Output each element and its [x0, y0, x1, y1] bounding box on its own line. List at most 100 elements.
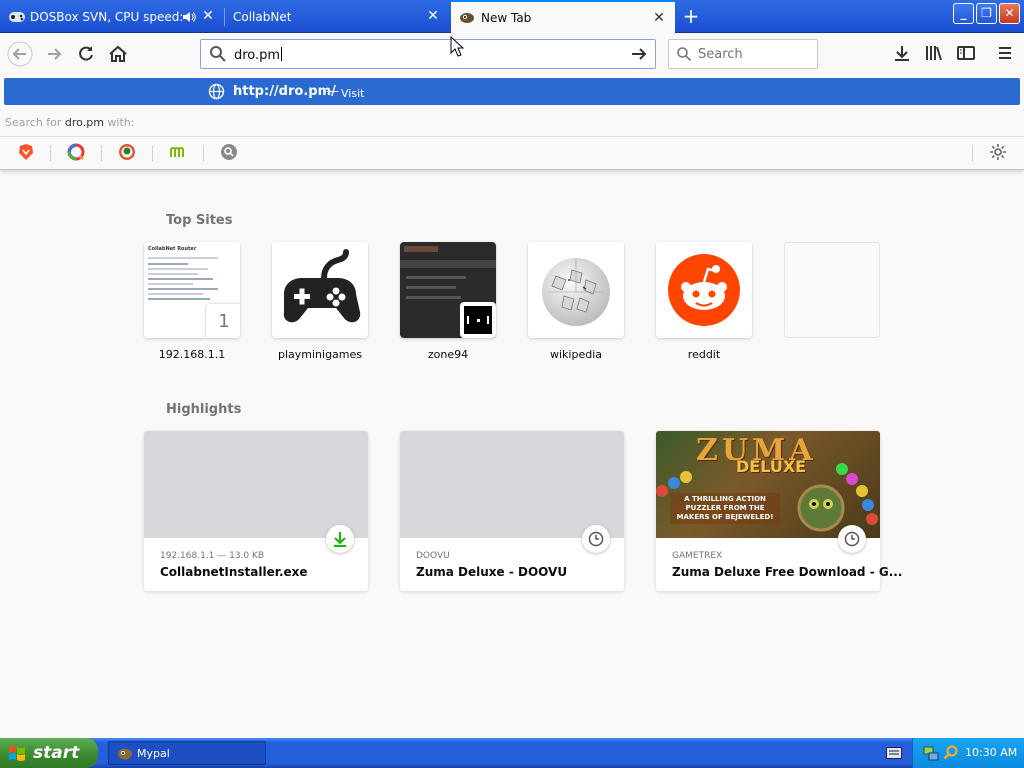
- visit-url-text: http://dro.pm/: [233, 84, 336, 99]
- gamepad-icon: [283, 249, 361, 323]
- taskbar-item-mypal[interactable]: Mypal: [108, 741, 266, 765]
- search-placeholder: Search: [698, 47, 743, 62]
- globe-icon: [208, 83, 225, 100]
- keyboard-icon[interactable]: [886, 747, 902, 759]
- highlight-context: DOOVU: [416, 551, 450, 561]
- mojeek-icon[interactable]: [168, 142, 188, 162]
- system-tray: 10:30 AM: [912, 738, 1024, 768]
- url-bar[interactable]: dro.pm: [200, 39, 656, 69]
- highlight-title: Zuma Deluxe Free Download - G...: [672, 565, 903, 579]
- network-icon[interactable]: [923, 745, 939, 761]
- mouse-cursor-icon: [450, 36, 464, 57]
- search-for-term: dro.pm: [64, 116, 104, 129]
- highlight-card[interactable]: 192.168.1.1 — 13.0 KB CollabnetInstaller…: [144, 431, 368, 591]
- back-button[interactable]: [6, 40, 34, 68]
- clock: 10:30 AM: [965, 746, 1018, 759]
- duckduckgo-icon[interactable]: [117, 142, 137, 162]
- highlight-card[interactable]: DOOVU Zuma Deluxe - DOOVU: [400, 431, 624, 591]
- zuma-balls-icon: [656, 463, 878, 525]
- site-thumbnail: [400, 242, 496, 338]
- top-site-tile[interactable]: CollabNet Router 1 192.168.1.1: [144, 242, 240, 361]
- highlight-badge: [582, 525, 610, 553]
- close-tab-icon[interactable]: ✕: [425, 8, 441, 24]
- reload-icon: [79, 46, 93, 61]
- site-label: zone94: [427, 348, 469, 361]
- startpage-icon[interactable]: [219, 142, 239, 162]
- library-icon[interactable]: [924, 43, 944, 63]
- close-window-button[interactable]: ✕: [999, 3, 1020, 24]
- brave-icon[interactable]: [16, 142, 36, 162]
- clock-icon: [844, 531, 860, 547]
- minimize-button[interactable]: _: [953, 3, 974, 24]
- top-site-tile[interactable]: playminigames: [272, 242, 368, 361]
- search-for-suffix: with:: [107, 116, 135, 129]
- site-badge: 1: [206, 304, 240, 338]
- download-icon: [334, 532, 346, 547]
- speaker-icon: [183, 12, 196, 22]
- mypal-logo-icon: [118, 748, 132, 760]
- windows-flag-icon: [9, 746, 25, 761]
- reload-button[interactable]: [72, 40, 100, 68]
- top-site-tile[interactable]: reddit: [656, 242, 752, 361]
- highlight-badge: [838, 525, 866, 553]
- site-thumbnail: [784, 242, 880, 338]
- forward-button[interactable]: [40, 40, 68, 68]
- site-label: 192.168.1.1: [158, 348, 226, 361]
- tab-new-tab[interactable]: New Tab ✕: [451, 0, 675, 33]
- highlights-heading: Highlights: [166, 402, 242, 417]
- taskbar-item-label: Mypal: [137, 747, 170, 760]
- start-label: start: [33, 743, 80, 763]
- highlight-card[interactable]: ZUMA DELUXE A THRILLING ACTION PUZZLER F…: [656, 431, 902, 591]
- mypal-logo-icon: [460, 12, 474, 23]
- new-tab-button[interactable]: +: [680, 5, 702, 27]
- highlight-context: GAMETREX: [672, 551, 723, 561]
- engine-divider: [203, 145, 204, 161]
- engine-divider: [50, 145, 51, 161]
- tab-collabnet[interactable]: CollabNet ✕: [225, 0, 449, 33]
- highlight-title: CollabnetInstaller.exe: [160, 565, 308, 579]
- top-sites-heading: Top Sites: [166, 213, 233, 228]
- hamburger-menu-icon[interactable]: [995, 43, 1015, 63]
- qwant-icon[interactable]: [66, 142, 86, 162]
- go-arrow-icon[interactable]: [629, 44, 649, 64]
- close-tab-icon[interactable]: ✕: [200, 8, 216, 24]
- start-button[interactable]: start: [0, 738, 98, 768]
- url-autocomplete-popup: http://dro.pm/ — Visit Search for dro.pm…: [0, 74, 1024, 170]
- top-site-empty-slot[interactable]: [784, 242, 880, 348]
- one-off-search-engines: [0, 136, 1024, 166]
- highlight-image: [144, 431, 368, 538]
- visit-action-label: Visit: [341, 87, 365, 100]
- site-thumbnail: [272, 242, 368, 338]
- search-icon[interactable]: [943, 745, 959, 761]
- search-bar[interactable]: Search: [668, 39, 818, 69]
- tab-dosbox[interactable]: DOSBox SVN, CPU speed: max ✕: [0, 0, 224, 33]
- tab-title: New Tab: [481, 10, 532, 25]
- downloads-icon[interactable]: [892, 43, 912, 63]
- site-thumbnail: CollabNet Router 1: [144, 242, 240, 338]
- search-for-label: Search for dro.pm with:: [5, 116, 134, 129]
- visit-url-row[interactable]: http://dro.pm/ — Visit: [4, 78, 1020, 105]
- search-icon: [210, 46, 226, 62]
- engine-divider: [152, 145, 153, 161]
- search-for-prefix: Search for: [5, 116, 62, 129]
- tab-title: DOSBox SVN, CPU speed: max: [30, 9, 182, 24]
- reddit-logo-icon: [668, 254, 740, 326]
- thumb-page-title: CollabNet Router: [148, 246, 197, 252]
- maximize-button[interactable]: ❐: [976, 3, 997, 24]
- site-label: wikipedia: [549, 348, 602, 361]
- highlight-badge: [326, 525, 354, 553]
- top-site-tile[interactable]: zone94: [400, 242, 496, 361]
- highlight-image: [400, 431, 624, 538]
- top-site-tile[interactable]: wikipedia: [528, 242, 624, 361]
- tab-strip: DOSBox SVN, CPU speed: max ✕ CollabNet ✕…: [0, 0, 1024, 33]
- settings-gear-icon[interactable]: [988, 142, 1008, 162]
- highlight-context: 192.168.1.1 — 13.0 KB: [160, 551, 265, 561]
- sidebar-icon[interactable]: [956, 43, 976, 63]
- highlight-image: ZUMA DELUXE A THRILLING ACTION PUZZLER F…: [656, 431, 880, 538]
- url-input-value[interactable]: dro.pm: [234, 47, 282, 63]
- window-controls: _ ❐ ✕: [953, 3, 1020, 24]
- home-button[interactable]: [104, 40, 132, 68]
- site-label: playminigames: [277, 348, 363, 361]
- engine-divider: [972, 145, 973, 161]
- close-tab-icon[interactable]: ✕: [651, 10, 667, 26]
